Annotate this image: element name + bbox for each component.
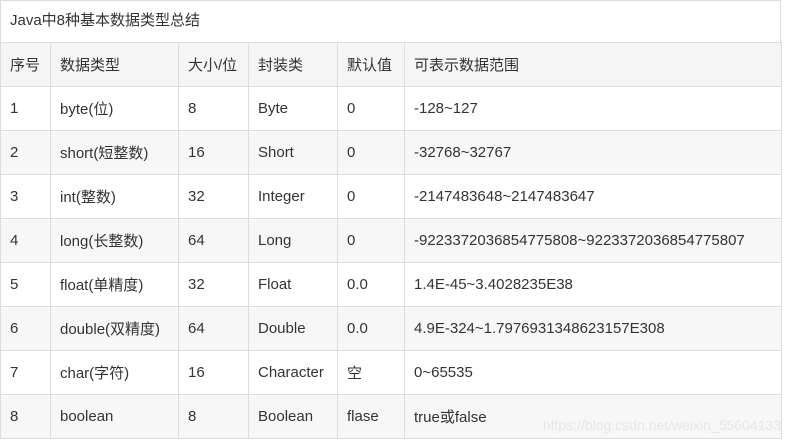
table-row: 5 float(单精度) 32 Float 0.0 1.4E-45~3.4028… bbox=[0, 262, 782, 307]
cell-default-value: 空 bbox=[337, 350, 405, 395]
cell-data-type: double(双精度) bbox=[50, 306, 179, 351]
cell-value-range: 0~65535 bbox=[404, 350, 782, 395]
cell-size-bits: 64 bbox=[178, 306, 249, 351]
cell-value-range: -128~127 bbox=[404, 86, 782, 131]
cell-index: 1 bbox=[0, 86, 51, 131]
cell-size-bits: 8 bbox=[178, 394, 249, 439]
cell-index: 4 bbox=[0, 218, 51, 263]
cell-data-type: char(字符) bbox=[50, 350, 179, 395]
cell-data-type: short(短整数) bbox=[50, 130, 179, 175]
cell-default-value: 0 bbox=[337, 174, 405, 219]
table-caption: Java中8种基本数据类型总结 bbox=[0, 0, 781, 42]
cell-default-value: 0 bbox=[337, 130, 405, 175]
cell-value-range: 1.4E-45~3.4028235E38 bbox=[404, 262, 782, 307]
header-index: 序号 bbox=[0, 42, 51, 87]
cell-index: 3 bbox=[0, 174, 51, 219]
cell-value-range: -2147483648~2147483647 bbox=[404, 174, 782, 219]
cell-wrapper-class: Boolean bbox=[248, 394, 338, 439]
header-default-value: 默认值 bbox=[337, 42, 405, 87]
cell-value-range: -9223372036854775808~9223372036854775807 bbox=[404, 218, 782, 263]
cell-value-range: -32768~32767 bbox=[404, 130, 782, 175]
cell-default-value: 0.0 bbox=[337, 306, 405, 351]
cell-wrapper-class: Long bbox=[248, 218, 338, 263]
table-row: 6 double(双精度) 64 Double 0.0 4.9E-324~1.7… bbox=[0, 306, 782, 351]
cell-index: 2 bbox=[0, 130, 51, 175]
cell-default-value: 0 bbox=[337, 218, 405, 263]
cell-size-bits: 32 bbox=[178, 262, 249, 307]
table-row: 3 int(整数) 32 Integer 0 -2147483648~21474… bbox=[0, 174, 782, 219]
cell-size-bits: 16 bbox=[178, 350, 249, 395]
cell-default-value: 0.0 bbox=[337, 262, 405, 307]
table-row: 7 char(字符) 16 Character 空 0~65535 bbox=[0, 350, 782, 395]
table-row: 2 short(短整数) 16 Short 0 -32768~32767 bbox=[0, 130, 782, 175]
table-row: 4 long(长整数) 64 Long 0 -92233720368547758… bbox=[0, 218, 782, 263]
cell-size-bits: 32 bbox=[178, 174, 249, 219]
table-row: 1 byte(位) 8 Byte 0 -128~127 bbox=[0, 86, 782, 131]
header-data-type: 数据类型 bbox=[50, 42, 179, 87]
cell-size-bits: 16 bbox=[178, 130, 249, 175]
primitive-types-table: 序号 数据类型 大小/位 封装类 默认值 可表示数据范围 1 byte(位) 8… bbox=[0, 42, 782, 439]
cell-size-bits: 64 bbox=[178, 218, 249, 263]
cell-value-range: true或false bbox=[404, 394, 782, 439]
cell-index: 7 bbox=[0, 350, 51, 395]
header-wrapper-class: 封装类 bbox=[248, 42, 338, 87]
cell-data-type: long(长整数) bbox=[50, 218, 179, 263]
cell-wrapper-class: Integer bbox=[248, 174, 338, 219]
header-size-bits: 大小/位 bbox=[178, 42, 249, 87]
cell-value-range: 4.9E-324~1.7976931348623157E308 bbox=[404, 306, 782, 351]
cell-data-type: byte(位) bbox=[50, 86, 179, 131]
cell-wrapper-class: Short bbox=[248, 130, 338, 175]
cell-wrapper-class: Double bbox=[248, 306, 338, 351]
cell-data-type: int(整数) bbox=[50, 174, 179, 219]
header-value-range: 可表示数据范围 bbox=[404, 42, 782, 87]
cell-wrapper-class: Character bbox=[248, 350, 338, 395]
cell-data-type: boolean bbox=[50, 394, 179, 439]
cell-wrapper-class: Float bbox=[248, 262, 338, 307]
cell-default-value: 0 bbox=[337, 86, 405, 131]
cell-wrapper-class: Byte bbox=[248, 86, 338, 131]
table-row: 8 boolean 8 Boolean flase true或false bbox=[0, 394, 782, 439]
cell-index: 5 bbox=[0, 262, 51, 307]
cell-default-value: flase bbox=[337, 394, 405, 439]
cell-data-type: float(单精度) bbox=[50, 262, 179, 307]
cell-index: 8 bbox=[0, 394, 51, 439]
table-header-row: 序号 数据类型 大小/位 封装类 默认值 可表示数据范围 bbox=[0, 42, 782, 87]
cell-index: 6 bbox=[0, 306, 51, 351]
cell-size-bits: 8 bbox=[178, 86, 249, 131]
